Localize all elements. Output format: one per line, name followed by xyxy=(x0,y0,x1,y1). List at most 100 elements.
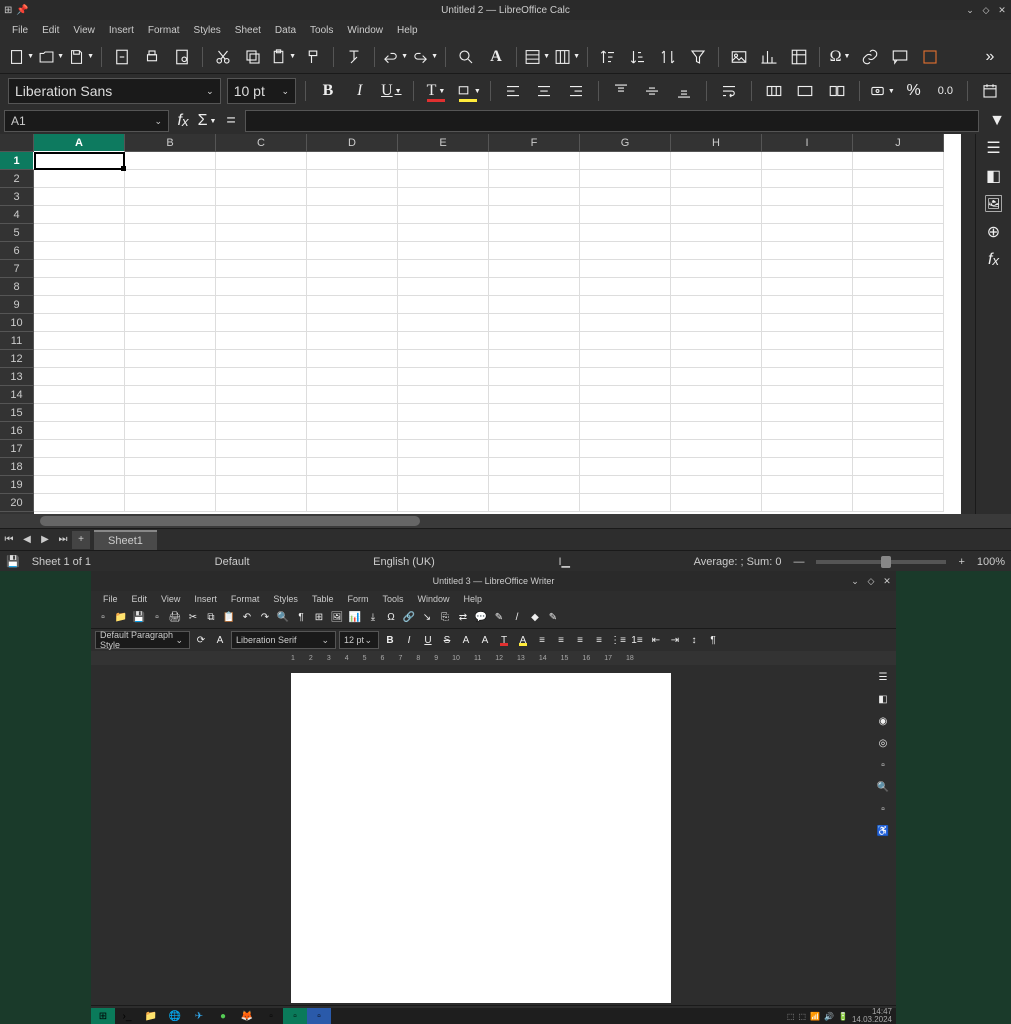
app-icon-2[interactable]: ▫ xyxy=(259,1008,283,1024)
tab-last-button[interactable]: ⏭ xyxy=(54,531,72,549)
align-left-button[interactable]: ≡ xyxy=(534,632,550,648)
special-char-button[interactable]: Ω▼ xyxy=(827,44,853,70)
align-center-button[interactable] xyxy=(532,78,558,104)
cell[interactable] xyxy=(216,170,307,188)
tray-volume-icon[interactable]: 🔊 xyxy=(824,1012,834,1021)
sum-button[interactable]: Σ▼ xyxy=(197,111,217,131)
cell[interactable] xyxy=(580,404,671,422)
cell[interactable] xyxy=(307,494,398,512)
cell[interactable] xyxy=(216,314,307,332)
cell[interactable] xyxy=(580,440,671,458)
cell[interactable] xyxy=(762,296,853,314)
font-size-combo[interactable]: 10 pt ⌄ xyxy=(227,78,296,104)
cell[interactable] xyxy=(671,404,762,422)
find-button[interactable]: 🔍 xyxy=(275,610,291,626)
cell[interactable] xyxy=(307,404,398,422)
cell[interactable] xyxy=(762,368,853,386)
row-header-3[interactable]: 3 xyxy=(0,188,34,206)
cell[interactable] xyxy=(307,152,398,170)
cell[interactable] xyxy=(398,386,489,404)
row-header-14[interactable]: 14 xyxy=(0,386,34,404)
cell[interactable] xyxy=(762,260,853,278)
sidebar-accessibility-icon[interactable]: ♿ xyxy=(875,823,891,839)
cell[interactable] xyxy=(671,188,762,206)
cell[interactable] xyxy=(398,260,489,278)
cell[interactable] xyxy=(853,422,944,440)
cell[interactable] xyxy=(580,458,671,476)
cell[interactable] xyxy=(853,440,944,458)
comment-button[interactable] xyxy=(887,44,913,70)
cell[interactable] xyxy=(671,476,762,494)
cross-ref-button[interactable]: ⇄ xyxy=(455,610,471,626)
cell[interactable] xyxy=(489,224,580,242)
cell[interactable] xyxy=(489,206,580,224)
row-header-5[interactable]: 5 xyxy=(0,224,34,242)
cell[interactable] xyxy=(853,386,944,404)
cell[interactable] xyxy=(762,422,853,440)
select-all-corner[interactable] xyxy=(0,134,34,152)
cell[interactable] xyxy=(34,368,125,386)
cell[interactable] xyxy=(489,332,580,350)
tray-network-icon[interactable]: 📶 xyxy=(810,1012,820,1021)
cell[interactable] xyxy=(216,332,307,350)
cell[interactable] xyxy=(125,152,216,170)
row-header-4[interactable]: 4 xyxy=(0,206,34,224)
menu-view[interactable]: View xyxy=(155,592,186,606)
cell[interactable] xyxy=(216,152,307,170)
cell[interactable] xyxy=(307,368,398,386)
underline-button[interactable]: U xyxy=(420,632,436,648)
cell[interactable] xyxy=(853,188,944,206)
cell[interactable] xyxy=(671,422,762,440)
maximize-button[interactable]: ◇ xyxy=(866,576,876,586)
cell[interactable] xyxy=(216,296,307,314)
tray-battery-icon[interactable]: 🔋 xyxy=(838,1012,848,1021)
cell[interactable] xyxy=(489,260,580,278)
cell[interactable] xyxy=(307,242,398,260)
cell[interactable] xyxy=(216,368,307,386)
cell[interactable] xyxy=(34,152,125,170)
cell[interactable] xyxy=(34,170,125,188)
sidebar-properties-icon[interactable]: ☰ xyxy=(984,138,1004,158)
superscript-button[interactable]: A xyxy=(458,632,474,648)
cell[interactable] xyxy=(125,422,216,440)
clear-formatting-button[interactable] xyxy=(341,44,367,70)
menu-edit[interactable]: Edit xyxy=(126,592,154,606)
cell[interactable] xyxy=(580,476,671,494)
cell[interactable] xyxy=(580,260,671,278)
minimize-button[interactable]: ⌄ xyxy=(850,576,860,586)
cell[interactable] xyxy=(489,422,580,440)
row-header-15[interactable]: 15 xyxy=(0,404,34,422)
italic-button[interactable]: I xyxy=(347,78,373,104)
line-spacing-button[interactable]: ↕ xyxy=(686,632,702,648)
row-header-11[interactable]: 11 xyxy=(0,332,34,350)
cell[interactable] xyxy=(671,242,762,260)
cell[interactable] xyxy=(489,404,580,422)
font-color-button[interactable]: T xyxy=(496,632,512,648)
cell[interactable] xyxy=(307,296,398,314)
cell[interactable] xyxy=(216,188,307,206)
cell[interactable] xyxy=(34,422,125,440)
subscript-button[interactable]: A xyxy=(477,632,493,648)
cell[interactable] xyxy=(853,494,944,512)
cell[interactable] xyxy=(671,260,762,278)
unmerge-button[interactable] xyxy=(824,78,850,104)
formula-button[interactable]: = xyxy=(221,111,241,131)
menu-tools[interactable]: Tools xyxy=(376,592,409,606)
line-button[interactable]: / xyxy=(509,610,525,626)
cell[interactable] xyxy=(34,206,125,224)
col-header-h[interactable]: H xyxy=(671,134,762,152)
menu-window[interactable]: Window xyxy=(341,23,389,38)
cell[interactable] xyxy=(671,440,762,458)
chart-button[interactable]: 📊 xyxy=(347,610,363,626)
align-right-button[interactable] xyxy=(563,78,589,104)
cell[interactable] xyxy=(489,314,580,332)
cell[interactable] xyxy=(216,458,307,476)
cell[interactable] xyxy=(34,386,125,404)
justify-button[interactable]: ≡ xyxy=(591,632,607,648)
cell[interactable] xyxy=(853,242,944,260)
col-header-f[interactable]: F xyxy=(489,134,580,152)
cell[interactable] xyxy=(580,170,671,188)
row-header-16[interactable]: 16 xyxy=(0,422,34,440)
cell[interactable] xyxy=(307,476,398,494)
cell[interactable] xyxy=(762,278,853,296)
